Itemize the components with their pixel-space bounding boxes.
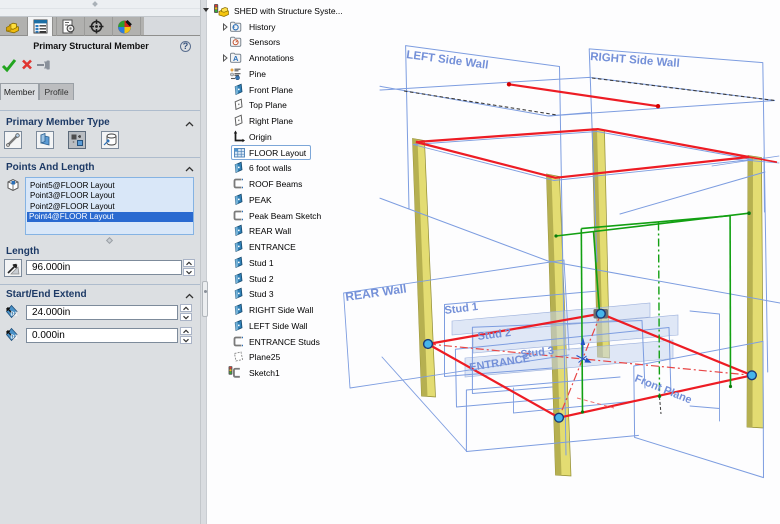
svg-text:RIGHT Side Wall: RIGHT Side Wall	[590, 51, 680, 70]
svg-text:REAR Wall: REAR Wall	[344, 282, 407, 304]
svg-text:LEFT Side Wall: LEFT Side Wall	[406, 49, 489, 72]
svg-text:D1: D1	[11, 312, 18, 318]
svg-text:D1: D1	[11, 335, 18, 341]
svg-text:Stud 1: Stud 1	[444, 301, 479, 317]
